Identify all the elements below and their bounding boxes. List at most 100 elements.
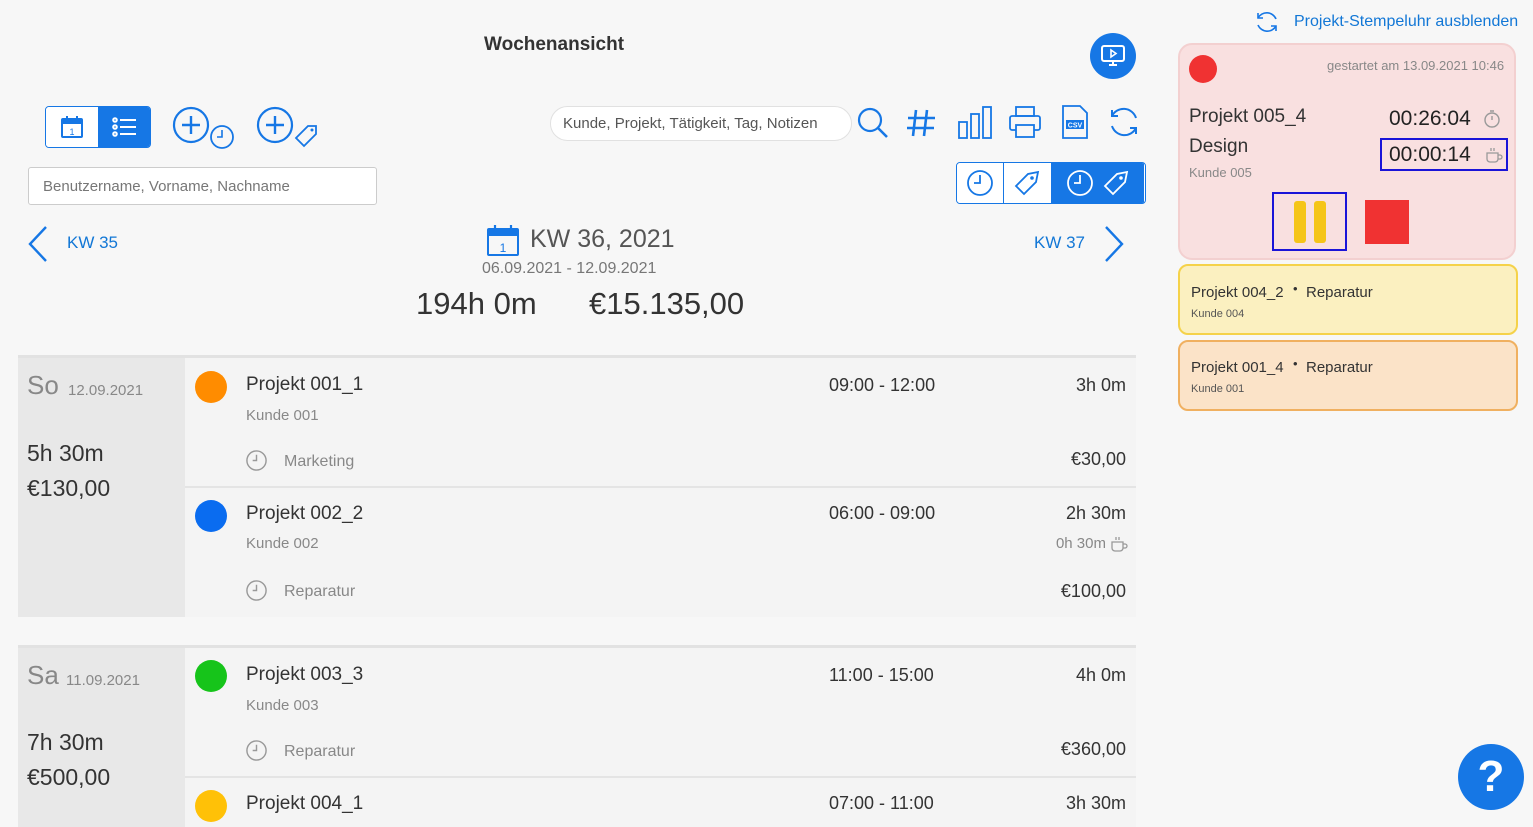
- bar-chart-icon: [958, 106, 992, 139]
- stopwatch-icon: [1484, 110, 1500, 128]
- list-icon: [112, 117, 136, 137]
- chevron-left-icon: [28, 226, 47, 262]
- entry-duration: 2h 30m: [1065, 503, 1126, 523]
- day-name: Sa: [27, 660, 59, 690]
- search-icon: [857, 107, 888, 138]
- recent-project-name: Projekt 004_2: [1191, 284, 1284, 301]
- prev-week-button[interactable]: [26, 224, 52, 264]
- prev-week-label[interactable]: KW 35: [67, 233, 118, 253]
- day-entries: Projekt 003_3 Kunde 003 Reparatur 11:00 …: [185, 648, 1136, 827]
- time-entry[interactable]: Projekt 003_3 Kunde 003 Reparatur 11:00 …: [185, 648, 1136, 778]
- separator-dot: •: [1293, 356, 1298, 371]
- entry-price: €100,00: [1060, 581, 1126, 601]
- recent-project-card[interactable]: Projekt 004_2 • Reparatur Kunde 004: [1178, 264, 1518, 335]
- stopwatch-elapsed: 00:26:04: [1389, 107, 1471, 130]
- entry-activity: Reparatur: [284, 583, 356, 600]
- recent-project-customer: Kunde 001: [1191, 383, 1245, 395]
- project-color-dot: [195, 500, 227, 532]
- project-color-dot: [195, 371, 227, 403]
- stopwatch-project: Projekt 005_4: [1189, 106, 1307, 127]
- filter-all-button[interactable]: [1051, 163, 1145, 203]
- entry-time: 09:00 - 12:00: [829, 375, 936, 395]
- time-entry[interactable]: Projekt 001_1 Kunde 001 Marketing 09:00 …: [185, 358, 1136, 488]
- week-calendar-button[interactable]: 1: [486, 223, 520, 257]
- filter-expense-button[interactable]: [1004, 163, 1052, 203]
- add-time-entry-button[interactable]: [172, 104, 236, 152]
- day-date: 12.09.2021: [68, 382, 144, 399]
- day-amount: €500,00: [27, 764, 111, 790]
- refresh-button[interactable]: [1106, 104, 1142, 140]
- entry-project: Projekt 001_1: [246, 374, 364, 395]
- day-amount: €130,00: [27, 475, 111, 501]
- filter-time-button[interactable]: [957, 163, 1005, 203]
- pause-icon: [1293, 200, 1306, 243]
- recent-project-activity: Reparatur: [1306, 359, 1373, 376]
- entry-project: Projekt 004_1: [246, 793, 364, 814]
- time-entry[interactable]: Projekt 002_2 Kunde 002 Reparatur 06:00 …: [185, 488, 1136, 617]
- day-entries: Projekt 001_1 Kunde 001 Marketing 09:00 …: [185, 358, 1136, 617]
- recent-project-activity: Reparatur: [1306, 284, 1373, 301]
- day-summary: Sa 11.09.2021 7h 30m €500,00: [18, 648, 185, 827]
- entry-activity: Marketing: [284, 453, 355, 470]
- entry-duration: 4h 0m: [1075, 665, 1126, 685]
- recording-indicator: [1189, 55, 1217, 83]
- hide-stopwatch-link[interactable]: Projekt-Stempeluhr ausblenden: [1254, 10, 1518, 34]
- entry-activity: Reparatur: [284, 743, 356, 760]
- print-button[interactable]: [1007, 104, 1043, 140]
- calendar-view-button[interactable]: 1: [46, 107, 98, 147]
- day-summary: So 12.09.2021 5h 30m €130,00: [18, 358, 185, 617]
- next-week-label[interactable]: KW 37: [1034, 233, 1085, 253]
- project-color-dot: [195, 660, 227, 692]
- pause-button[interactable]: [1272, 192, 1347, 251]
- search-button[interactable]: [856, 106, 890, 140]
- add-tag-icon: [256, 106, 317, 148]
- stopwatch-activity: Design: [1189, 136, 1249, 157]
- stopwatch-pause: 00:00:14: [1389, 143, 1471, 166]
- current-week: KW 36, 2021: [530, 225, 675, 253]
- refresh-icon: [1111, 107, 1137, 137]
- hashtag-icon: [907, 109, 935, 137]
- help-button[interactable]: ?: [1458, 744, 1524, 810]
- recent-project-card[interactable]: Projekt 001_4 • Reparatur Kunde 001: [1178, 340, 1518, 411]
- page-title: Wochenansicht: [484, 34, 625, 55]
- coffee-icon: [1486, 148, 1503, 163]
- add-expense-button[interactable]: [256, 104, 320, 152]
- presentation-button[interactable]: [1090, 33, 1136, 79]
- pause-timer-box: 00:00:14: [1380, 138, 1508, 171]
- csv-file-icon: CSV: [1062, 105, 1088, 139]
- day-name: So: [27, 370, 59, 400]
- hashtag-button[interactable]: [904, 106, 938, 140]
- week-total-hours: 194h 0m: [416, 286, 537, 321]
- entry-pause: 0h 30m: [1055, 535, 1106, 552]
- csv-export-button[interactable]: CSV: [1058, 104, 1092, 140]
- stopwatch-card: gestartet am 13.09.2021 10:46 Projekt 00…: [1178, 43, 1516, 260]
- clock-icon: [246, 580, 267, 601]
- time-entry[interactable]: Projekt 004_1 07:00 - 11:00 3h 30m: [185, 778, 1136, 827]
- separator-dot: •: [1293, 281, 1298, 296]
- clock-icon: [246, 450, 267, 471]
- recent-project-name: Projekt 001_4: [1191, 359, 1284, 376]
- entry-price: €360,00: [1060, 739, 1126, 759]
- clock-icon: [967, 170, 994, 196]
- calendar-icon: 1: [487, 225, 519, 256]
- list-view-button[interactable]: [98, 107, 150, 147]
- entry-price: €30,00: [1070, 449, 1126, 469]
- entry-customer: Kunde 003: [246, 697, 319, 714]
- entry-time: 06:00 - 09:00: [829, 503, 936, 523]
- hide-stopwatch-label: Projekt-Stempeluhr ausblenden: [1294, 13, 1519, 30]
- day-date: 11.09.2021: [66, 672, 140, 689]
- svg-text:1: 1: [69, 127, 74, 137]
- search-input[interactable]: Kunde, Projekt, Tätigkeit, Tag, Notizen: [550, 106, 852, 141]
- user-filter-input[interactable]: Benutzername, Vorname, Nachname: [28, 167, 377, 205]
- entry-project: Projekt 002_2: [246, 503, 364, 524]
- stopwatch-customer: Kunde 005: [1189, 165, 1252, 180]
- next-week-button[interactable]: [1100, 224, 1126, 264]
- svg-text:CSV: CSV: [1068, 123, 1083, 130]
- week-range: 06.09.2021 - 12.09.2021: [482, 260, 657, 277]
- project-color-dot: [195, 790, 227, 822]
- entry-customer: Kunde 002: [246, 535, 319, 552]
- statistics-button[interactable]: [957, 104, 995, 140]
- stop-button[interactable]: [1365, 200, 1409, 244]
- coffee-icon: [1111, 537, 1128, 552]
- entry-time: 11:00 - 15:00: [829, 665, 934, 685]
